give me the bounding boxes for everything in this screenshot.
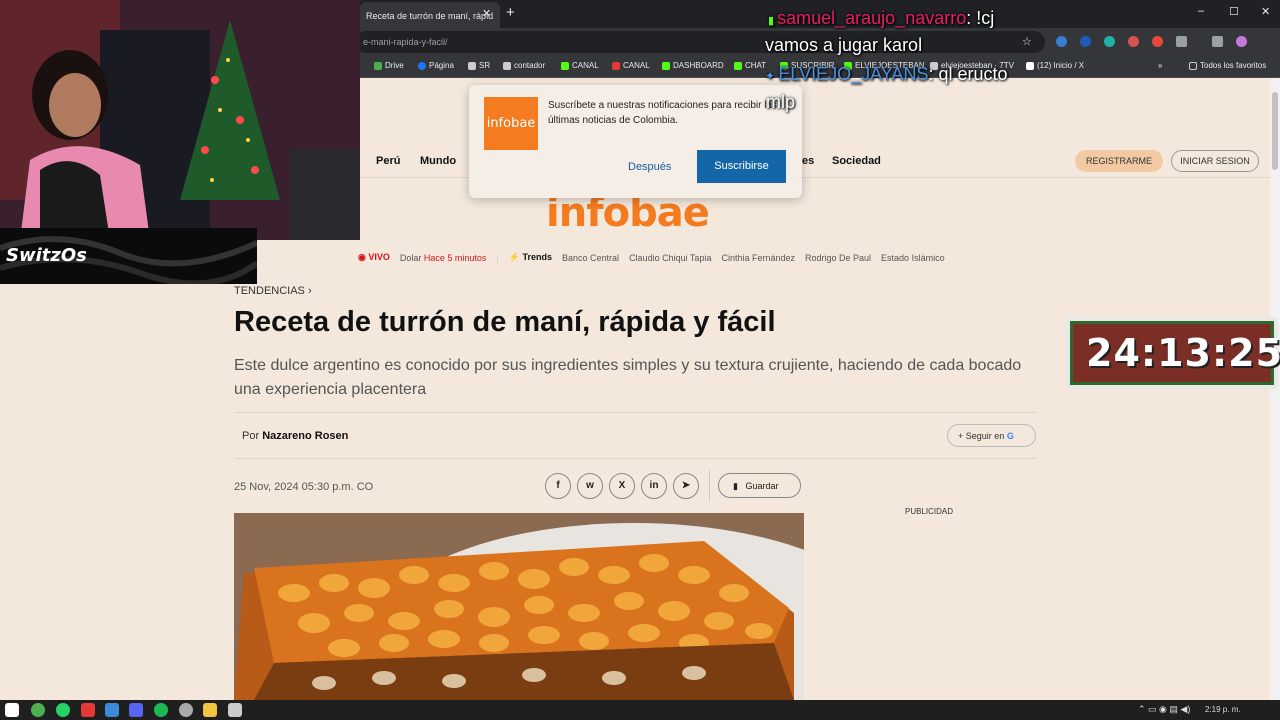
chrome-icon[interactable] xyxy=(31,703,45,717)
app-icon[interactable] xyxy=(105,703,119,717)
system-tray[interactable]: ⌃ ▭ ◉ ▤ ◀) xyxy=(1138,704,1190,715)
x-share-icon[interactable]: X xyxy=(609,473,635,499)
telegram-share-icon[interactable]: ➤ xyxy=(673,473,699,499)
kick-icon xyxy=(662,61,670,70)
linkedin-share-icon[interactable]: in xyxy=(641,473,667,499)
tab-close-icon[interactable]: ✕ xyxy=(482,7,491,20)
spotify-icon[interactable] xyxy=(154,703,168,717)
extension-icon[interactable] xyxy=(1080,36,1091,47)
extension-icon[interactable] xyxy=(1152,36,1163,47)
register-button[interactable]: REGISTRARME xyxy=(1075,150,1163,172)
live-link[interactable]: ◉ VIVO xyxy=(358,252,390,263)
settings-icon[interactable] xyxy=(179,703,193,717)
folder-icon[interactable] xyxy=(203,703,217,717)
breadcrumb[interactable]: TENDENCIAS › xyxy=(234,285,312,297)
trend-link[interactable]: Banco Central xyxy=(562,253,619,263)
page-scrollbar[interactable] xyxy=(1270,78,1280,700)
close-window-button[interactable]: ✕ xyxy=(1261,5,1270,18)
later-button[interactable]: Después xyxy=(628,161,671,173)
notification-text: Suscríbete a nuestras notificaciones par… xyxy=(548,100,778,126)
bookmark-dashboard[interactable]: DASHBOARD xyxy=(662,61,724,70)
chat-message: vamos a jugar karol xyxy=(765,35,923,55)
diamond-icon xyxy=(503,61,511,70)
diamond-icon xyxy=(468,61,476,70)
page-title: Receta de turrón de maní, rápida y fácil xyxy=(234,306,776,338)
article-image xyxy=(234,513,804,700)
author-link[interactable]: Nazareno Rosen xyxy=(262,430,348,442)
google-icon: G xyxy=(1006,431,1014,441)
minimize-button[interactable]: – xyxy=(1198,5,1204,17)
maximize-button[interactable]: ☐ xyxy=(1229,5,1239,18)
whatsapp-share-icon[interactable]: w xyxy=(577,473,603,499)
chat-message: ✦ ELVIEJO_JAYANS: ql eructo xyxy=(765,64,1008,84)
scrollbar-thumb[interactable] xyxy=(1272,92,1278,170)
trends-label: ⚡ Trends xyxy=(508,252,553,262)
chat-message: mlp xyxy=(766,92,796,112)
app-icon[interactable] xyxy=(81,703,95,717)
bookmark-sr[interactable]: SR xyxy=(468,61,490,70)
kick-icon xyxy=(561,61,569,70)
publish-date: 25 Nov, 2024 05:30 p.m. CO xyxy=(234,481,374,493)
facebook-icon xyxy=(418,61,426,70)
browser-tab[interactable]: Receta de turrón de maní, rápid xyxy=(360,2,500,28)
bookmark-icon: ▮ xyxy=(733,481,738,491)
ad-label: PUBLICIDAD xyxy=(905,507,954,516)
discord-icon[interactable] xyxy=(129,703,143,717)
article-subtitle: Este dulce argentino es conocido por sus… xyxy=(234,357,1022,398)
drive-icon xyxy=(374,61,382,70)
save-button[interactable]: ▮ Guardar xyxy=(718,473,801,498)
extension-icon[interactable] xyxy=(1104,36,1115,47)
whatsapp-icon[interactable] xyxy=(56,703,70,717)
divider xyxy=(709,470,710,502)
address-bar[interactable]: e-mani-rapida-y-facil/ xyxy=(355,31,1045,53)
x-icon xyxy=(1026,61,1034,70)
badge-icon: ✦ xyxy=(765,69,779,83)
trend-link[interactable]: Rodrigo De Paul xyxy=(805,253,871,263)
bookmark-drive[interactable]: Drive xyxy=(374,61,404,70)
notification-logo: infobae xyxy=(484,97,538,150)
nav-peru[interactable]: Perú xyxy=(376,155,400,167)
bookmark-contador[interactable]: contador xyxy=(503,61,545,70)
facebook-share-icon[interactable]: f xyxy=(545,473,571,499)
divider xyxy=(234,458,1036,459)
nav-sociedad[interactable]: Sociedad xyxy=(832,155,881,167)
reading-list-icon[interactable] xyxy=(1212,36,1223,47)
trends-bar: ◉ VIVO Dolar Hace 5 minutos | ⚡ Trends B… xyxy=(358,252,945,263)
bookmark-canal-youtube[interactable]: CANAL xyxy=(612,61,650,70)
chat-message: ▮ samuel_araujo_navarro: !cj xyxy=(768,8,995,28)
divider xyxy=(234,412,1036,413)
extension-icon[interactable] xyxy=(1056,36,1067,47)
new-tab-button[interactable]: + xyxy=(506,4,515,21)
login-button[interactable]: INICIAR SESION xyxy=(1171,150,1259,172)
profile-avatar[interactable] xyxy=(1236,36,1247,47)
dolar-link[interactable]: Dolar Hace 5 minutos xyxy=(400,253,487,263)
app-icon[interactable] xyxy=(228,703,242,717)
bookmark-canal-kick[interactable]: CANAL xyxy=(561,61,599,70)
subscribe-button[interactable]: Suscribirse xyxy=(697,150,786,183)
follow-google-button[interactable]: + Seguir en G xyxy=(947,424,1036,447)
bookmark-pagina[interactable]: Página xyxy=(418,61,454,70)
byline: Por Nazareno Rosen xyxy=(242,430,349,442)
channel-logo-text: SwitzOs xyxy=(6,245,87,266)
webcam-overlay xyxy=(0,0,360,240)
stream-timer: 24:13:25 xyxy=(1086,331,1280,375)
bookmark-star-icon[interactable]: ☆ xyxy=(1022,35,1032,48)
extension-icon[interactable] xyxy=(1128,36,1139,47)
trend-link[interactable]: Claudio Chiqui Tapia xyxy=(629,253,711,263)
taskbar-clock[interactable]: 2:19 p. m. xyxy=(1205,705,1241,714)
bookmarks-more-icon[interactable]: » xyxy=(1158,61,1162,70)
moderator-badge-icon: ▮ xyxy=(768,15,778,27)
kick-icon xyxy=(734,61,742,70)
puzzle-icon[interactable] xyxy=(1176,36,1187,47)
folder-icon xyxy=(1189,61,1197,70)
bookmark-chat[interactable]: CHAT xyxy=(734,61,766,70)
bookmark-x[interactable]: (12) Inicio / X xyxy=(1026,61,1084,70)
nav-partial[interactable]: es xyxy=(802,155,814,167)
trend-link[interactable]: Cinthia Fernández xyxy=(721,253,795,263)
trend-link[interactable]: Estado Islámico xyxy=(881,253,945,263)
all-favorites-folder[interactable]: Todos los favoritos xyxy=(1189,61,1266,70)
youtube-icon xyxy=(612,61,620,70)
nav-mundo[interactable]: Mundo xyxy=(420,155,456,167)
windows-start-icon[interactable] xyxy=(5,703,19,717)
